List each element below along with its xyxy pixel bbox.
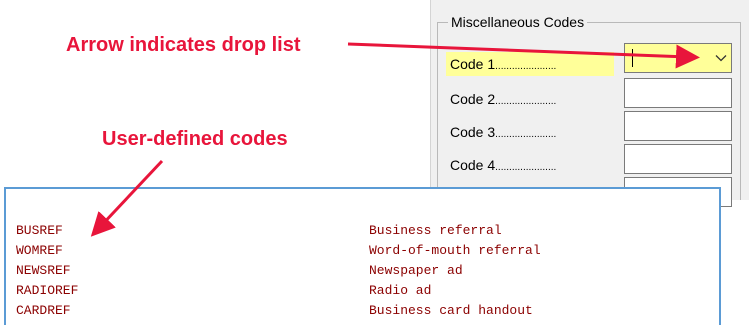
listing-description: Business card handout xyxy=(369,303,533,318)
code-2-label-text: Code 2 xyxy=(450,91,496,107)
code-4-label: Code 4...................... xyxy=(446,153,614,177)
listing-code: NEWSREF xyxy=(16,263,71,278)
codes-annotation: User-defined codes xyxy=(102,128,288,150)
code-3-label: Code 3...................... xyxy=(446,120,614,144)
chevron-down-icon[interactable] xyxy=(711,44,731,72)
code-2-label: Code 2...................... xyxy=(446,87,614,111)
code-2-input[interactable] xyxy=(624,78,732,108)
code-1-label: Code 1...................... xyxy=(446,52,614,76)
code-1-label-dots: ...................... xyxy=(495,61,557,72)
listing-description: Radio ad xyxy=(369,283,432,298)
dropdown-annotation: Arrow indicates drop list xyxy=(66,34,301,56)
listing-code: RADIOREF xyxy=(16,283,79,298)
listing-code: CARDREF xyxy=(16,303,71,318)
listing-description: Word-of-mouth referral xyxy=(369,243,541,258)
listing-description: Newspaper ad xyxy=(369,263,463,278)
code-2-label-dots: ...................... xyxy=(495,96,557,107)
listing-code: WOMREF xyxy=(16,243,63,258)
code-3-label-dots: ...................... xyxy=(495,129,557,140)
code-4-label-dots: ...................... xyxy=(495,162,557,173)
code-listing: BUSREF Business referral WOMREF Word-of-… xyxy=(4,187,721,325)
code-3-input[interactable] xyxy=(624,111,732,141)
code-3-label-text: Code 3 xyxy=(450,124,496,140)
code-4-label-text: Code 4 xyxy=(450,157,496,173)
code-1-label-text: Code 1 xyxy=(450,56,496,72)
code-4-input[interactable] xyxy=(624,144,732,174)
listing-code: BUSREF xyxy=(16,223,63,238)
code-1-dropdown[interactable] xyxy=(624,43,732,73)
listing-description: Business referral xyxy=(369,223,502,238)
text-cursor xyxy=(632,49,633,67)
group-title: Miscellaneous Codes xyxy=(448,13,588,31)
